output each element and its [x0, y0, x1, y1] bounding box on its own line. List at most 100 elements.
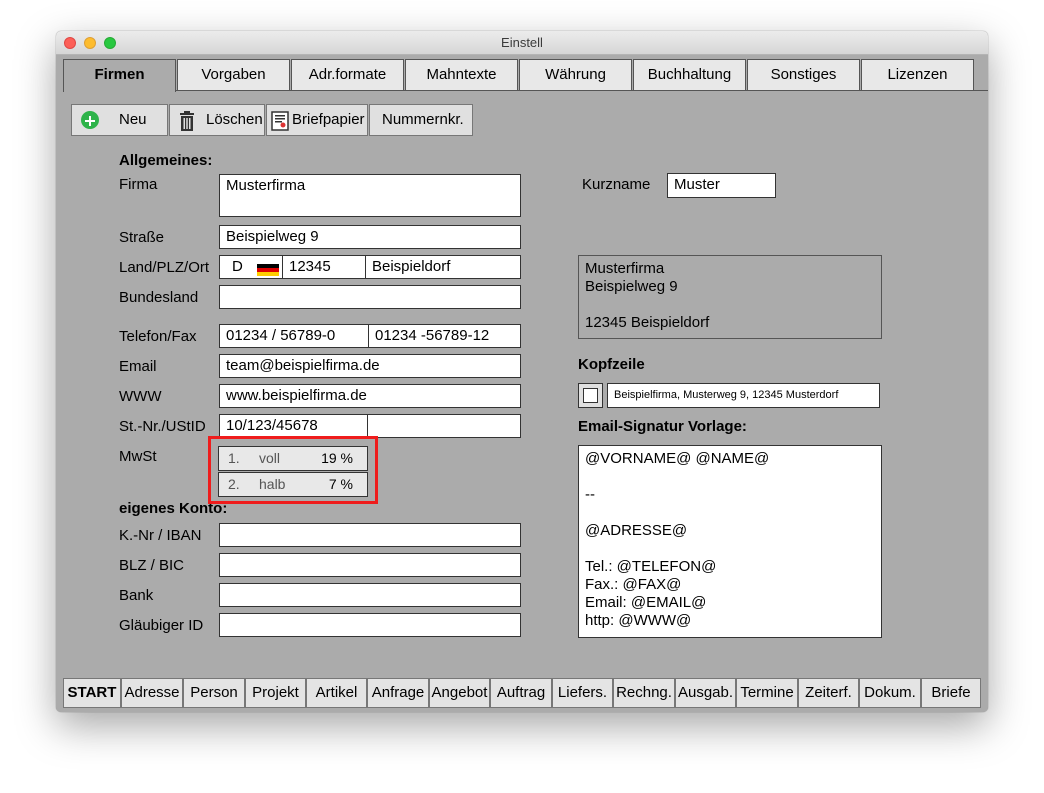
section-general-heading: Allgemeines: — [119, 152, 213, 169]
email-label: Email — [119, 358, 157, 375]
bank-label: Bank — [119, 587, 154, 604]
title-bar: Einstell — [56, 31, 988, 55]
letterhead-icon — [271, 111, 289, 142]
header-line-checkbox[interactable] — [578, 383, 603, 408]
iban-field[interactable] — [219, 523, 521, 547]
nav-person[interactable]: Person — [183, 678, 245, 708]
signature-line: @ADRESSE@ — [585, 522, 688, 539]
nav-start[interactable]: START — [63, 678, 121, 708]
iban-label: K.-Nr / IBAN — [119, 527, 202, 544]
phone-fax-row: 01234 / 56789-0 01234 -56789-12 — [219, 324, 521, 348]
letterhead-label: Briefpapier — [292, 111, 365, 128]
flag-germany-icon — [257, 261, 279, 276]
zip-field[interactable]: 12345 — [283, 256, 365, 278]
header-line-field[interactable]: Beispielfirma, Musterweg 9, 12345 Muster… — [607, 383, 880, 408]
nav-angebot[interactable]: Angebot — [429, 678, 490, 708]
email-field[interactable]: team@beispielfirma.de — [219, 354, 521, 378]
creditor-id-field[interactable] — [219, 613, 521, 637]
nav-termine[interactable]: Termine — [736, 678, 798, 708]
tax-id-label: St.-Nr./UStID — [119, 418, 206, 435]
address-preview: Musterfirma Beispielweg 9 12345 Beispiel… — [578, 255, 882, 339]
nav-auftrag[interactable]: Auftrag — [490, 678, 552, 708]
new-button[interactable]: Neu — [71, 104, 168, 136]
tab-divider — [176, 90, 988, 91]
plus-circle-icon — [81, 111, 99, 129]
bottom-nav-bar: START Adresse Person Projekt Artikel Anf… — [56, 676, 988, 712]
nav-artikel[interactable]: Artikel — [306, 678, 367, 708]
company-label: Firma — [119, 176, 158, 193]
tab-lizenzen[interactable]: Lizenzen — [861, 59, 974, 91]
vat-label: MwSt — [119, 448, 157, 465]
vat-rate-value: 19 % — [321, 450, 353, 466]
delete-button[interactable]: Löschen — [169, 104, 265, 136]
tax-id-row: 10/123/45678 — [219, 414, 521, 438]
street-field[interactable]: Beispielweg 9 — [219, 225, 521, 249]
short-name-field[interactable]: Muster — [667, 173, 776, 198]
delete-label: Löschen — [206, 111, 263, 128]
state-field[interactable] — [219, 285, 521, 309]
nav-projekt[interactable]: Projekt — [245, 678, 306, 708]
signature-line — [585, 504, 875, 522]
phone-fax-label: Telefon/Fax — [119, 328, 197, 345]
www-field[interactable]: www.beispielfirma.de — [219, 384, 521, 408]
vat-rates-highlight: 1. voll 19 % 2. halb 7 % — [208, 436, 378, 504]
tax-number-field[interactable]: 10/123/45678 — [220, 415, 367, 437]
address-preview-line: 12345 Beispieldorf — [585, 314, 710, 331]
letterhead-button[interactable]: Briefpapier — [266, 104, 368, 136]
header-line-heading: Kopfzeile — [578, 356, 645, 373]
email-signature-textarea[interactable]: @VORNAME@ @NAME@ -- @ADRESSE@ Tel.: @TEL… — [578, 445, 882, 638]
signature-line: Email: @EMAIL@ — [585, 594, 707, 611]
vat-rate-value: 7 % — [328, 476, 353, 492]
address-preview-line: Musterfirma — [585, 260, 665, 277]
signature-line: Tel.: @TELEFON@ — [585, 558, 717, 575]
country-zip-city-row: D 12345 Beispieldorf — [219, 255, 521, 279]
country-field[interactable]: D — [226, 256, 243, 278]
nav-dokum[interactable]: Dokum. — [859, 678, 921, 708]
bank-field[interactable] — [219, 583, 521, 607]
vat-rate-row[interactable]: 2. halb 7 % — [218, 472, 368, 497]
signature-line — [585, 468, 875, 486]
tab-sonstiges[interactable]: Sonstiges — [747, 59, 860, 91]
number-ranges-button[interactable]: Nummernkr. — [369, 104, 473, 136]
vat-rate-number: 2. — [228, 476, 240, 492]
nav-briefe[interactable]: Briefe — [921, 678, 981, 708]
tab-waehrung[interactable]: Währung — [519, 59, 632, 91]
tab-adr-formate[interactable]: Adr.formate — [291, 59, 404, 91]
www-label: WWW — [119, 388, 162, 405]
city-field[interactable]: Beispieldorf — [366, 256, 450, 278]
nav-rechng[interactable]: Rechng. — [613, 678, 675, 708]
tab-buchhaltung[interactable]: Buchhaltung — [633, 59, 746, 91]
nav-ausgab[interactable]: Ausgab. — [675, 678, 736, 708]
nav-anfrage[interactable]: Anfrage — [367, 678, 429, 708]
settings-window: Einstell Firmen Vorgaben Adr.formate Mah… — [56, 31, 988, 712]
window-title: Einstell — [501, 35, 543, 50]
number-ranges-label: Nummernkr. — [382, 111, 464, 128]
address-preview-line — [585, 296, 875, 314]
signature-line: @VORNAME@ @NAME@ — [585, 450, 770, 467]
nav-liefers[interactable]: Liefers. — [552, 678, 613, 708]
vat-rate-name: halb — [259, 476, 286, 492]
email-signature-heading: Email-Signatur Vorlage: — [578, 418, 747, 435]
vat-rate-number: 1. — [228, 450, 240, 466]
company-field[interactable]: Musterfirma — [219, 174, 521, 217]
street-label: Straße — [119, 229, 165, 246]
signature-line: Fax.: @FAX@ — [585, 576, 682, 593]
new-label: Neu — [119, 111, 147, 128]
bic-field[interactable] — [219, 553, 521, 577]
signature-line — [585, 540, 875, 558]
tab-mahntexte[interactable]: Mahntexte — [405, 59, 518, 91]
vat-rate-row[interactable]: 1. voll 19 % — [218, 446, 368, 471]
tab-vorgaben[interactable]: Vorgaben — [177, 59, 290, 91]
fax-field[interactable]: 01234 -56789-12 — [369, 325, 489, 347]
tab-firmen[interactable]: Firmen — [63, 59, 176, 92]
address-preview-line: Beispielweg 9 — [585, 278, 678, 295]
nav-zeiterf[interactable]: Zeiterf. — [798, 678, 859, 708]
nav-adresse[interactable]: Adresse — [121, 678, 183, 708]
country-zip-city-label: Land/PLZ/Ort — [119, 259, 210, 276]
trash-icon — [179, 111, 195, 142]
phone-field[interactable]: 01234 / 56789-0 — [220, 325, 368, 347]
vat-rate-name: voll — [259, 450, 281, 466]
signature-line: -- — [585, 486, 595, 503]
state-label: Bundesland — [119, 289, 199, 306]
vat-id-field[interactable] — [368, 415, 374, 437]
